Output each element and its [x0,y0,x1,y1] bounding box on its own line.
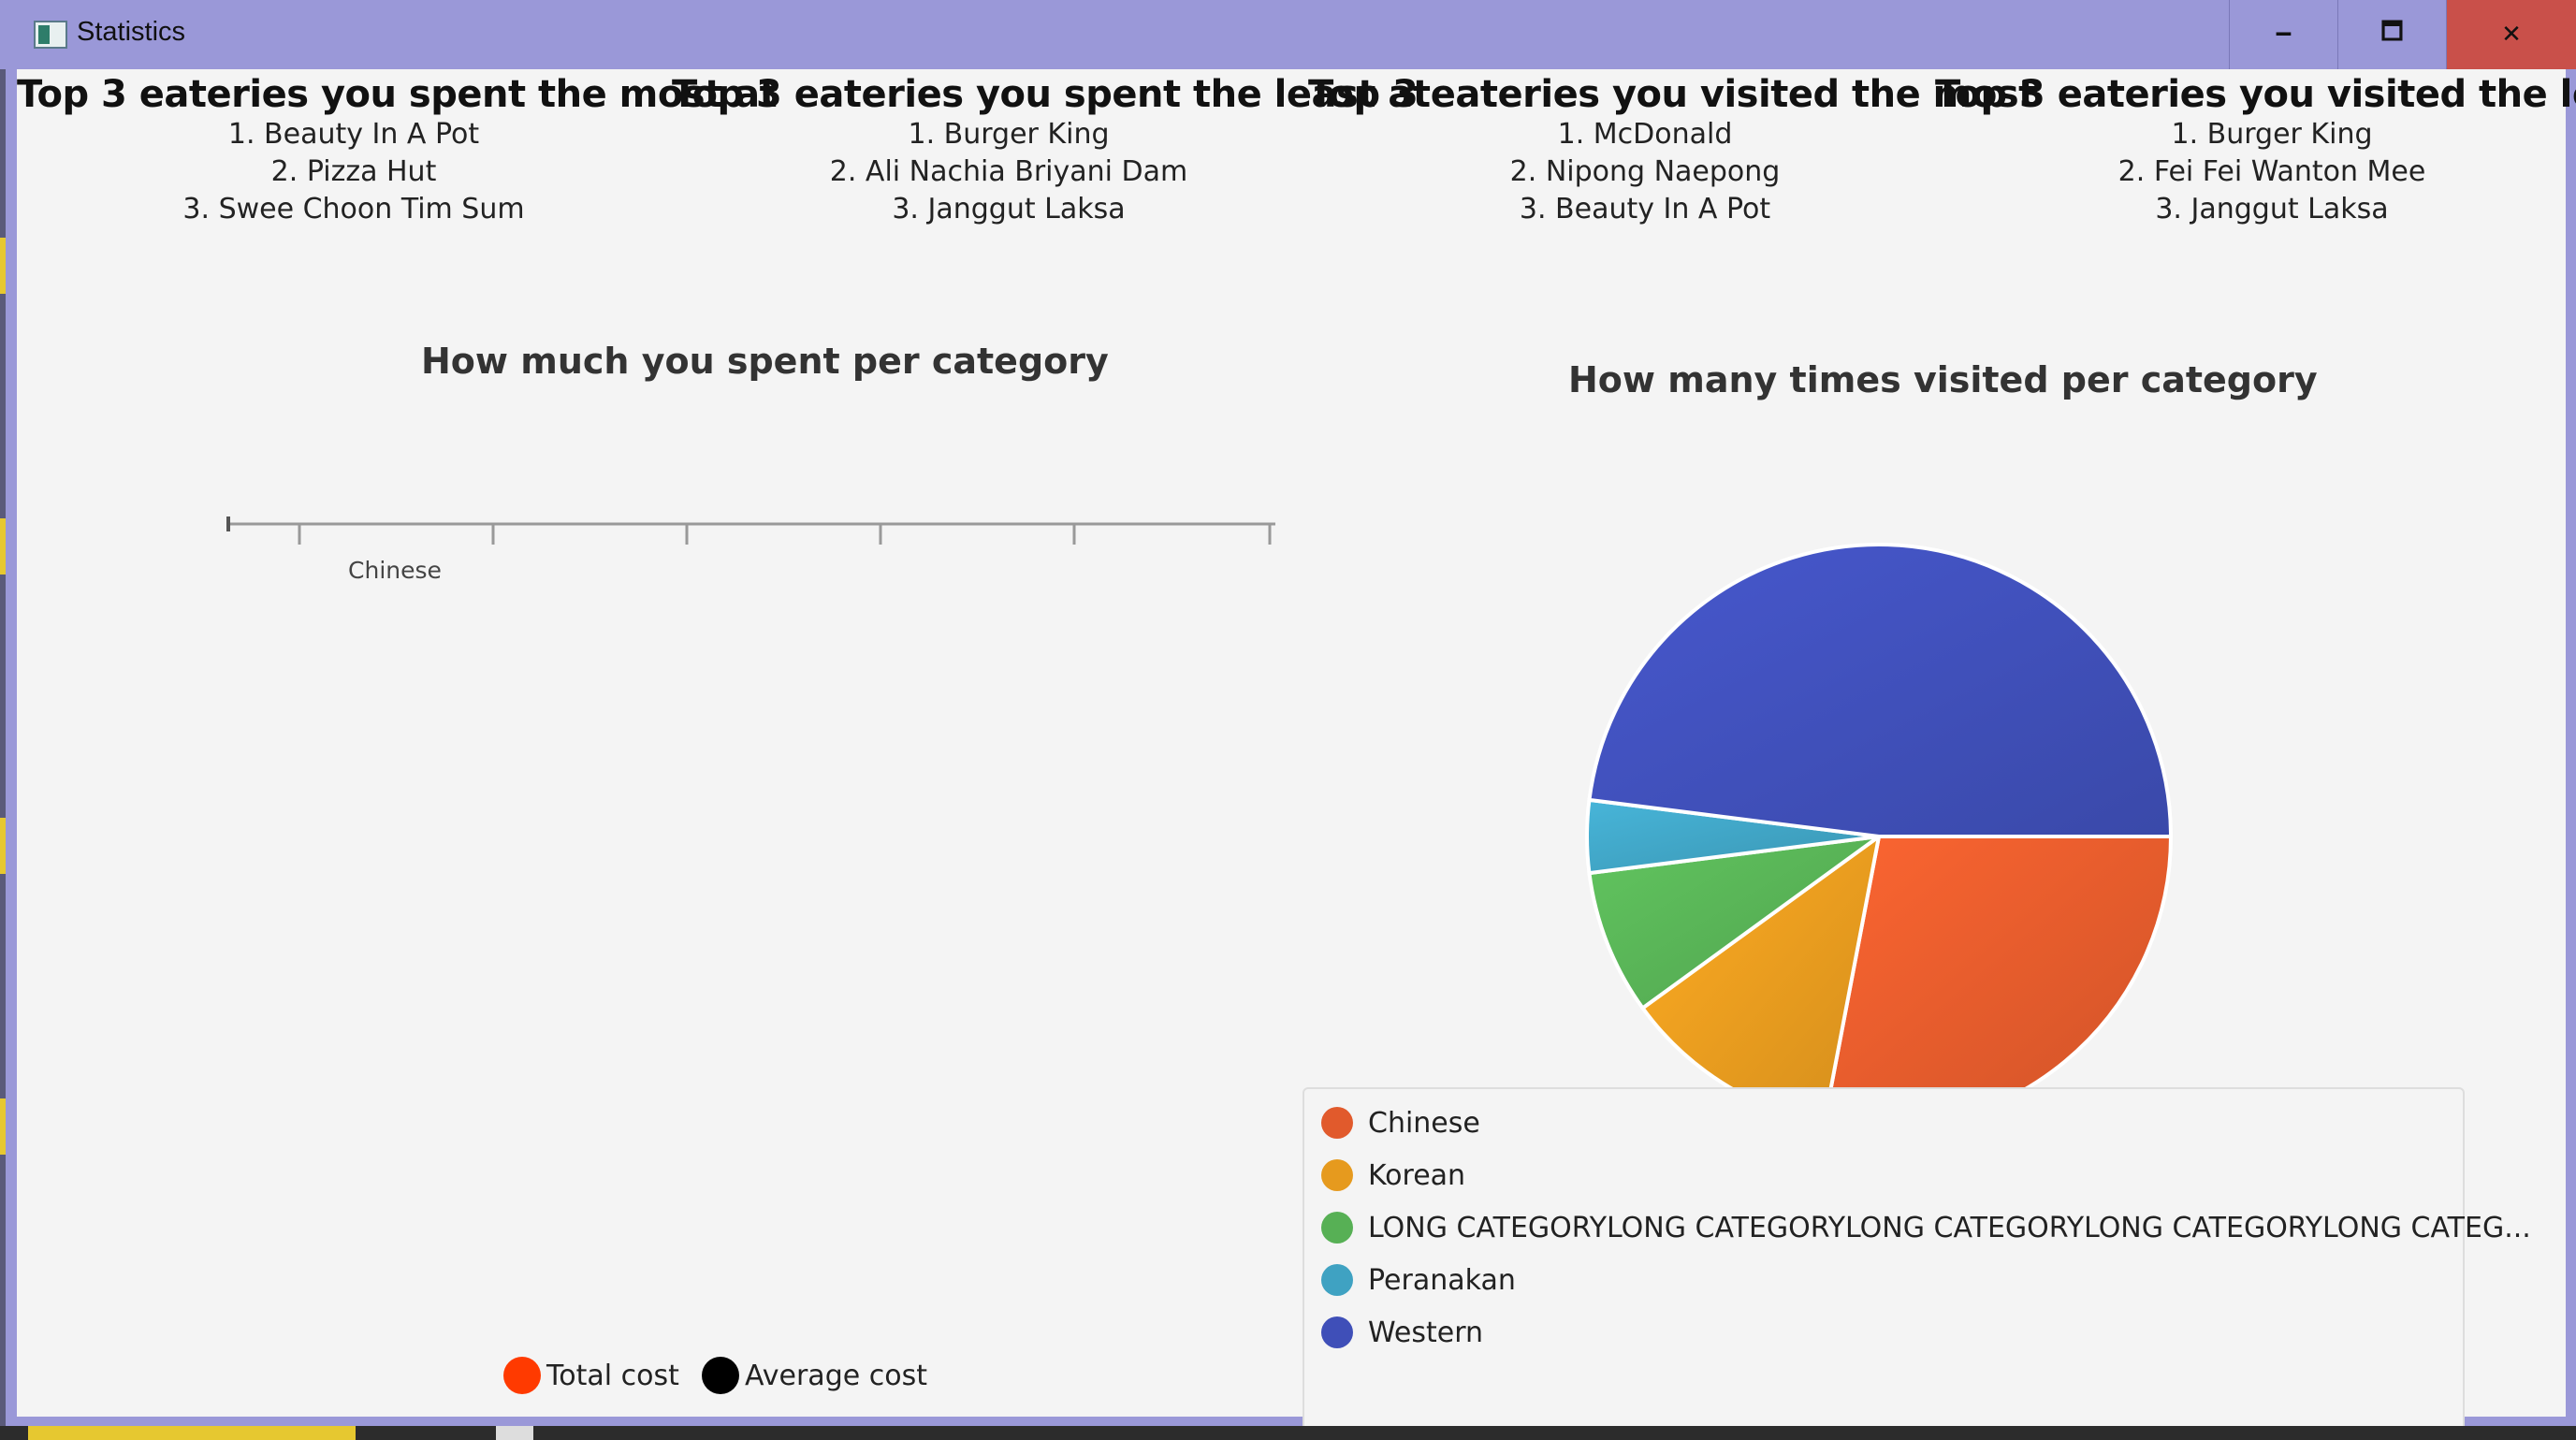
legend-item: Chinese [1321,1104,1480,1142]
bar-legend-average: Average cost [702,1357,927,1394]
list-item: 2. Fei Fei Wanton Mee [2118,155,2426,188]
legend-label: LONG CATEGORYLONG CATEGORYLONG CATEGORYL… [1368,1211,2531,1244]
list-item: 3. Janggut Laksa [2155,193,2389,225]
legend-symbol [1321,1107,1353,1139]
statistics-content: Top 3 eateries you spent the most at 1. … [17,69,2576,1433]
legend-item: Korean [1321,1156,1465,1194]
list-item: 1. Burger King [2171,118,2373,151]
list-item: 3. Swee Choon Tim Sum [182,193,525,225]
desktop-marker [496,1426,533,1440]
bar-legend-total: Total cost [503,1357,679,1394]
legend-symbol [1321,1264,1353,1296]
legend-label: Average cost [745,1359,927,1392]
top3-visited-least: Top 3 eateries you visited the least 1. … [1935,73,2576,228]
maximize-button[interactable]: 🗖 [2337,0,2446,69]
top3-visited-most: Top 3 eateries you visited the most 1. M… [1308,73,2036,228]
pie-chart-title: How many times visited per category [1568,359,2318,400]
close-icon: ✕ [2501,21,2522,49]
legend-symbol [702,1357,739,1394]
legend-label: Chinese [1368,1106,1480,1140]
legend-item: Western [1321,1314,1483,1351]
pie-slice-western [1587,543,2174,838]
minimize-button[interactable]: 🗕 [2229,0,2337,69]
legend-label: Peranakan [1368,1263,1516,1297]
legend-label: Total cost [546,1359,679,1392]
title-bar[interactable]: Statistics 🗕 🗖 ✕ [0,0,2576,69]
bar-chart-title: How much you spent per category [421,341,1109,382]
list-item: 2. Ali Nachia Briyani Dam [829,155,1188,188]
legend-symbol [1321,1212,1353,1244]
desktop-marker [0,518,6,575]
list-item: 1. Burger King [908,118,1110,151]
statistics-window: Statistics 🗕 🗖 ✕ Top 3 eateries you spen… [0,0,2576,1433]
top3-spent-most: Top 3 eateries you spent the most at 1. … [17,73,778,228]
desktop-marker [0,238,6,294]
top3-heading: Top 3 eateries you visited the least [1935,73,2576,116]
top3-spent-least: Top 3 eateries you spent the least at 1.… [672,73,1431,228]
legend-symbol [1321,1159,1353,1191]
desktop-marker [0,818,6,874]
pie-chart [1585,543,2174,1117]
legend-item: Peranakan [1321,1261,1516,1299]
bar-chart: Chinese [226,516,1275,584]
x-tick-label: Chinese [348,557,442,584]
legend-symbol [1321,1316,1353,1348]
top3-heading: Top 3 eateries you spent the most at [17,73,778,116]
maximize-icon: 🗖 [2380,18,2404,46]
desktop-marker [28,1426,356,1440]
legend-symbol [503,1357,541,1394]
list-item: 3. Janggut Laksa [892,193,1126,225]
list-item: 1. Beauty In A Pot [227,118,480,151]
y-axis-tick [226,516,230,531]
list-item: 1. McDonald [1557,118,1733,151]
window-title: Statistics [77,17,186,47]
list-item: 2. Nipong Naepong [1509,155,1781,188]
list-item: 3. Beauty In A Pot [1519,193,1771,225]
minimize-icon: 🗕 [2275,18,2292,46]
desktop-bottom-edge [0,1426,2576,1440]
pie-legend: Chinese Korean LONG CATEGORYLONG CATEGOR… [1303,1087,2531,1433]
desktop-marker [0,1098,6,1155]
list-item: 2. Pizza Hut [270,155,437,188]
close-button[interactable]: ✕ [2446,0,2576,69]
legend-item: LONG CATEGORYLONG CATEGORYLONG CATEGORYL… [1321,1209,2531,1246]
legend-label: Korean [1368,1158,1466,1192]
top3-heading: Top 3 eateries you visited the most [1308,73,2036,116]
desktop-edge [0,69,6,1426]
top3-heading: Top 3 eateries you spent the least at [672,73,1431,116]
legend-label: Western [1368,1316,1484,1349]
app-icon [34,21,67,49]
pie-slice-chinese [1823,835,2174,1117]
